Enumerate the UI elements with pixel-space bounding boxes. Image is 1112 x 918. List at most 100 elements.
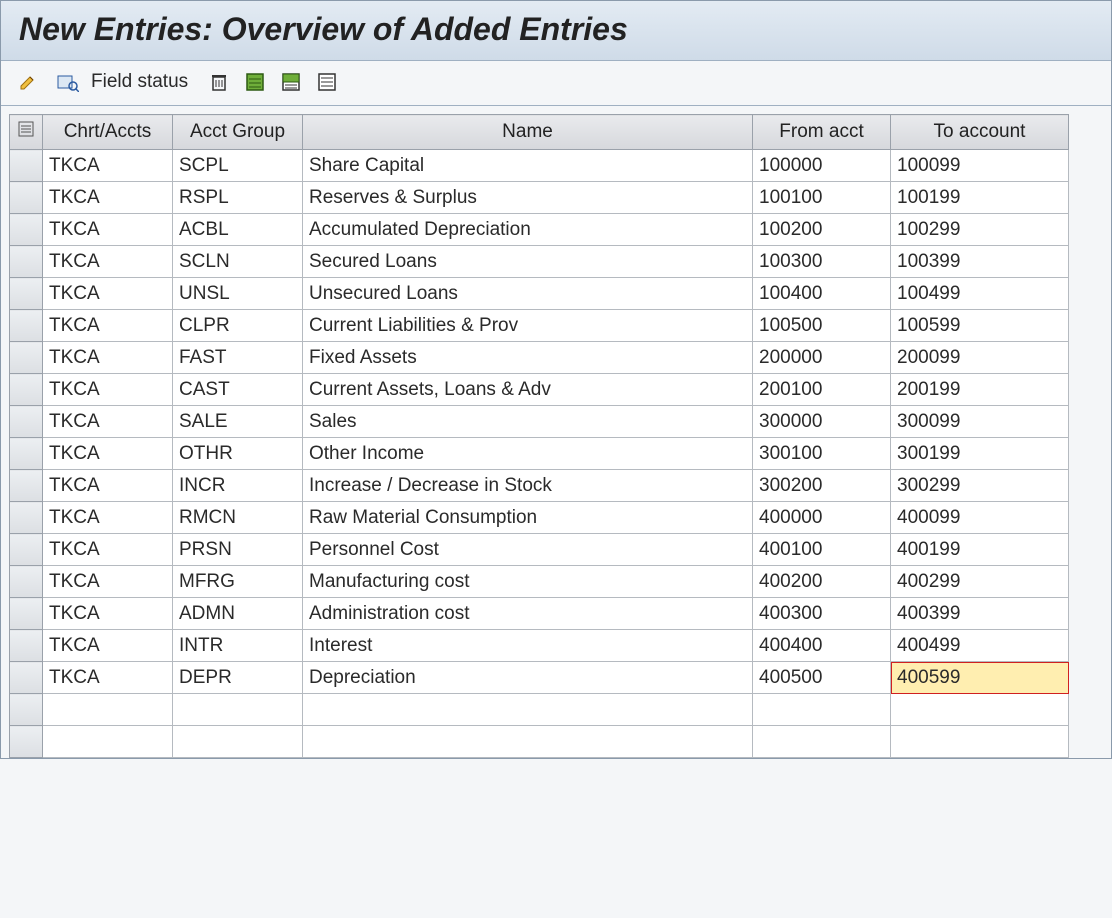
row-selector[interactable] [10, 374, 43, 406]
row-selector[interactable] [10, 662, 43, 694]
cell-name[interactable] [303, 726, 753, 758]
cell-grp[interactable]: CAST [173, 374, 303, 406]
cell-grp[interactable]: SCPL [173, 150, 303, 182]
cell-to[interactable] [891, 694, 1069, 726]
cell-from[interactable]: 400000 [753, 502, 891, 534]
row-selector[interactable] [10, 438, 43, 470]
cell-chrt[interactable]: TKCA [43, 374, 173, 406]
cell-name[interactable]: Share Capital [303, 150, 753, 182]
cell-name[interactable]: Current Assets, Loans & Adv [303, 374, 753, 406]
cell-to[interactable]: 100199 [891, 182, 1069, 214]
cell-name[interactable]: Accumulated Depreciation [303, 214, 753, 246]
cell-to[interactable]: 400599 [891, 662, 1069, 694]
cell-from[interactable]: 100500 [753, 310, 891, 342]
cell-to[interactable]: 400199 [891, 534, 1069, 566]
cell-name[interactable]: Fixed Assets [303, 342, 753, 374]
cell-chrt[interactable]: TKCA [43, 502, 173, 534]
row-selector[interactable] [10, 150, 43, 182]
cell-grp[interactable]: UNSL [173, 278, 303, 310]
cell-to[interactable]: 300299 [891, 470, 1069, 502]
cell-to[interactable]: 400399 [891, 598, 1069, 630]
cell-from[interactable]: 400300 [753, 598, 891, 630]
cell-grp[interactable]: RMCN [173, 502, 303, 534]
cell-to[interactable]: 100499 [891, 278, 1069, 310]
cell-name[interactable]: Personnel Cost [303, 534, 753, 566]
cell-from[interactable]: 400400 [753, 630, 891, 662]
cell-from[interactable]: 300000 [753, 406, 891, 438]
row-selector[interactable] [10, 534, 43, 566]
cell-to[interactable]: 300099 [891, 406, 1069, 438]
cell-chrt[interactable]: TKCA [43, 470, 173, 502]
cell-from[interactable] [753, 694, 891, 726]
cell-name[interactable]: Depreciation [303, 662, 753, 694]
row-selector[interactable] [10, 406, 43, 438]
cell-grp[interactable]: CLPR [173, 310, 303, 342]
cell-name[interactable]: Sales [303, 406, 753, 438]
row-selector[interactable] [10, 502, 43, 534]
cell-to[interactable]: 300199 [891, 438, 1069, 470]
cell-chrt[interactable] [43, 726, 173, 758]
cell-grp[interactable]: RSPL [173, 182, 303, 214]
cell-to[interactable]: 100399 [891, 246, 1069, 278]
cell-chrt[interactable]: TKCA [43, 310, 173, 342]
cell-grp[interactable] [173, 694, 303, 726]
row-selector[interactable] [10, 630, 43, 662]
field-status-button[interactable]: Field status [91, 71, 188, 93]
cell-from[interactable]: 100400 [753, 278, 891, 310]
cell-chrt[interactable]: TKCA [43, 662, 173, 694]
cell-chrt[interactable]: TKCA [43, 246, 173, 278]
row-selector[interactable] [10, 342, 43, 374]
row-selector[interactable] [10, 246, 43, 278]
field-status-icon[interactable] [55, 69, 81, 95]
cell-chrt[interactable]: TKCA [43, 214, 173, 246]
cell-to[interactable] [891, 726, 1069, 758]
change-icon[interactable] [15, 69, 41, 95]
cell-chrt[interactable]: TKCA [43, 278, 173, 310]
row-selector[interactable] [10, 214, 43, 246]
cell-chrt[interactable]: TKCA [43, 534, 173, 566]
cell-name[interactable]: Secured Loans [303, 246, 753, 278]
row-selector[interactable] [10, 566, 43, 598]
cell-chrt[interactable]: TKCA [43, 598, 173, 630]
cell-name[interactable]: Unsecured Loans [303, 278, 753, 310]
cell-grp[interactable]: FAST [173, 342, 303, 374]
select-block-icon[interactable] [278, 69, 304, 95]
cell-from[interactable]: 100000 [753, 150, 891, 182]
row-selector[interactable] [10, 278, 43, 310]
col-header-to[interactable]: To account [891, 115, 1069, 150]
cell-from[interactable]: 200000 [753, 342, 891, 374]
cell-chrt[interactable] [43, 694, 173, 726]
cell-to[interactable]: 400099 [891, 502, 1069, 534]
cell-grp[interactable]: ADMN [173, 598, 303, 630]
delete-icon[interactable] [206, 69, 232, 95]
row-selector[interactable] [10, 182, 43, 214]
cell-name[interactable]: Reserves & Surplus [303, 182, 753, 214]
cell-from[interactable]: 300200 [753, 470, 891, 502]
cell-name[interactable]: Raw Material Consumption [303, 502, 753, 534]
cell-chrt[interactable]: TKCA [43, 406, 173, 438]
cell-chrt[interactable]: TKCA [43, 566, 173, 598]
cell-chrt[interactable]: TKCA [43, 630, 173, 662]
cell-name[interactable]: Other Income [303, 438, 753, 470]
cell-to[interactable]: 100299 [891, 214, 1069, 246]
cell-grp[interactable] [173, 726, 303, 758]
cell-to[interactable]: 100599 [891, 310, 1069, 342]
cell-to[interactable]: 200199 [891, 374, 1069, 406]
row-selector[interactable] [10, 470, 43, 502]
cell-to[interactable]: 100099 [891, 150, 1069, 182]
cell-from[interactable] [753, 726, 891, 758]
cell-grp[interactable]: OTHR [173, 438, 303, 470]
cell-name[interactable]: Current Liabilities & Prov [303, 310, 753, 342]
cell-name[interactable]: Administration cost [303, 598, 753, 630]
cell-from[interactable]: 400100 [753, 534, 891, 566]
row-selector[interactable] [10, 694, 43, 726]
row-selector[interactable] [10, 310, 43, 342]
cell-grp[interactable]: INCR [173, 470, 303, 502]
cell-grp[interactable]: SCLN [173, 246, 303, 278]
cell-from[interactable]: 400500 [753, 662, 891, 694]
deselect-all-icon[interactable] [314, 69, 340, 95]
cell-to[interactable]: 200099 [891, 342, 1069, 374]
cell-name[interactable] [303, 694, 753, 726]
cell-from[interactable]: 100200 [753, 214, 891, 246]
cell-chrt[interactable]: TKCA [43, 182, 173, 214]
